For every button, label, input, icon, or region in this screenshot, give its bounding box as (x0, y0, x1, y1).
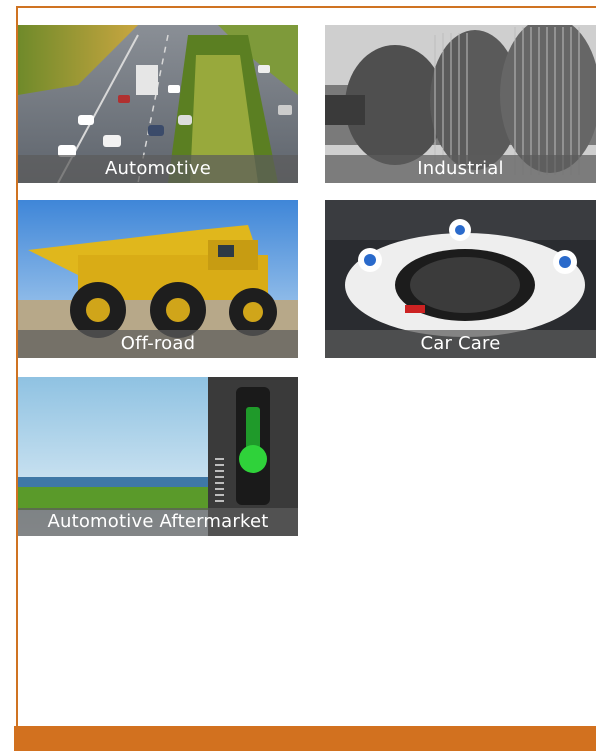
footer-bar (14, 726, 596, 751)
tile-caption-automotive-aftermarket: Automotive Aftermarket (18, 508, 298, 536)
tile-caption-industrial: Industrial (325, 155, 596, 183)
category-tile-car-care[interactable]: Car Care (325, 200, 596, 358)
category-tile-offroad[interactable]: Off-road (18, 200, 298, 358)
category-tile-automotive-aftermarket[interactable]: Automotive Aftermarket (18, 377, 298, 536)
category-tile-automotive[interactable]: Automotive (18, 25, 298, 183)
tile-caption-car-care: Car Care (325, 330, 596, 358)
tile-caption-offroad: Off-road (18, 330, 298, 358)
category-tile-industrial[interactable]: Industrial (325, 25, 596, 183)
tile-caption-automotive: Automotive (18, 155, 298, 183)
